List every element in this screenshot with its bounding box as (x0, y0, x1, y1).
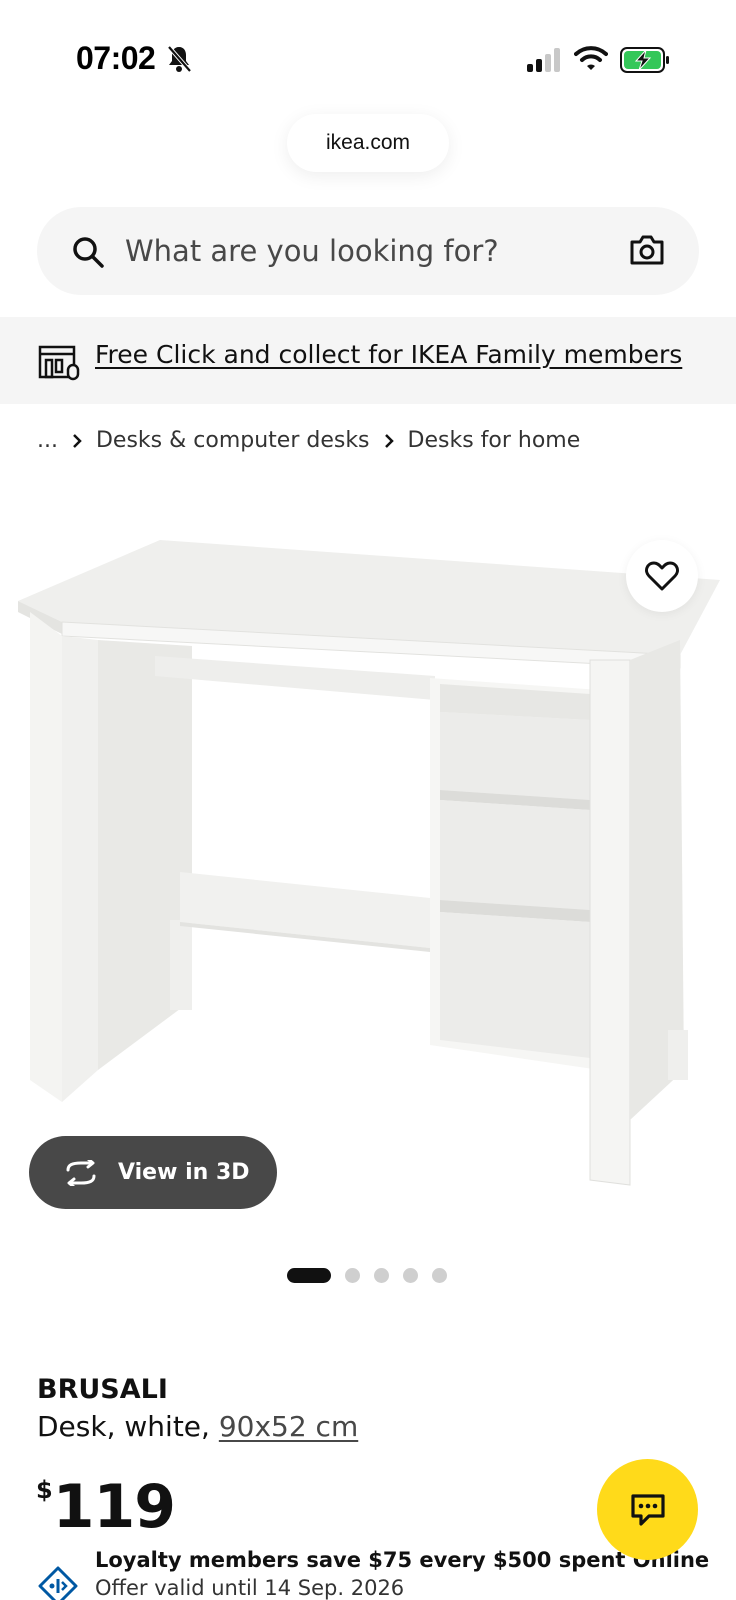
chevron-right-icon (73, 433, 82, 448)
view-in-3d-label: View in 3D (118, 1160, 250, 1185)
rotate-3d-icon (66, 1159, 96, 1186)
bell-slash-icon (167, 45, 192, 73)
search-input[interactable] (125, 207, 615, 295)
loyalty-offer-text: Loyalty members save $75 every $500 spen… (95, 1548, 710, 1572)
carousel-dot[interactable] (287, 1268, 331, 1283)
chat-icon (630, 1493, 665, 1526)
carousel-dots (287, 1268, 461, 1283)
status-time: 07:02 (76, 40, 156, 76)
chat-button[interactable] (597, 1459, 698, 1560)
breadcrumb-item-desks-for-home[interactable]: Desks for home (408, 428, 581, 453)
product-description-text: Desk, white, (37, 1410, 219, 1443)
chevron-right-icon (384, 433, 394, 448)
promo-banner[interactable]: Free Click and collect for IKEA Family m… (0, 317, 736, 404)
carousel-dot[interactable] (345, 1268, 360, 1283)
heart-icon (645, 561, 679, 591)
product-image[interactable] (0, 500, 736, 1220)
promo-link[interactable]: Free Click and collect for IKEA Family m… (95, 340, 682, 369)
search-bar[interactable] (37, 207, 699, 295)
camera-icon[interactable] (629, 233, 665, 267)
product-name: BRUSALI (37, 1374, 168, 1405)
battery-charging-icon (620, 47, 669, 73)
url-text: ikea.com (325, 131, 411, 154)
tag-icon (38, 1566, 78, 1600)
carousel-dot[interactable] (374, 1268, 389, 1283)
store-icon (38, 345, 80, 381)
carousel-dot[interactable] (403, 1268, 418, 1283)
breadcrumb-item-desks[interactable]: Desks & computer desks (96, 428, 370, 453)
carousel-dot[interactable] (432, 1268, 447, 1283)
status-bar: 07:02 (0, 0, 736, 110)
favorite-button[interactable] (626, 540, 698, 612)
view-in-3d-button[interactable]: View in 3D (29, 1136, 277, 1209)
signal-icon (527, 48, 560, 72)
product-size-link[interactable]: 90x52 cm (219, 1410, 358, 1443)
loyalty-offer-validity: Offer valid until 14 Sep. 2026 (95, 1576, 405, 1600)
product-price: $119 (36, 1472, 176, 1542)
search-icon (73, 237, 104, 268)
url-bar[interactable]: ikea.com (287, 114, 449, 172)
breadcrumb-ellipsis[interactable]: ... (37, 428, 58, 453)
price-currency: $ (36, 1476, 53, 1504)
product-description: Desk, white, 90x52 cm (37, 1410, 358, 1443)
wifi-icon (574, 46, 608, 70)
price-value: 119 (52, 1472, 176, 1542)
breadcrumb: ... Desks & computer desks Desks for hom… (37, 428, 580, 453)
